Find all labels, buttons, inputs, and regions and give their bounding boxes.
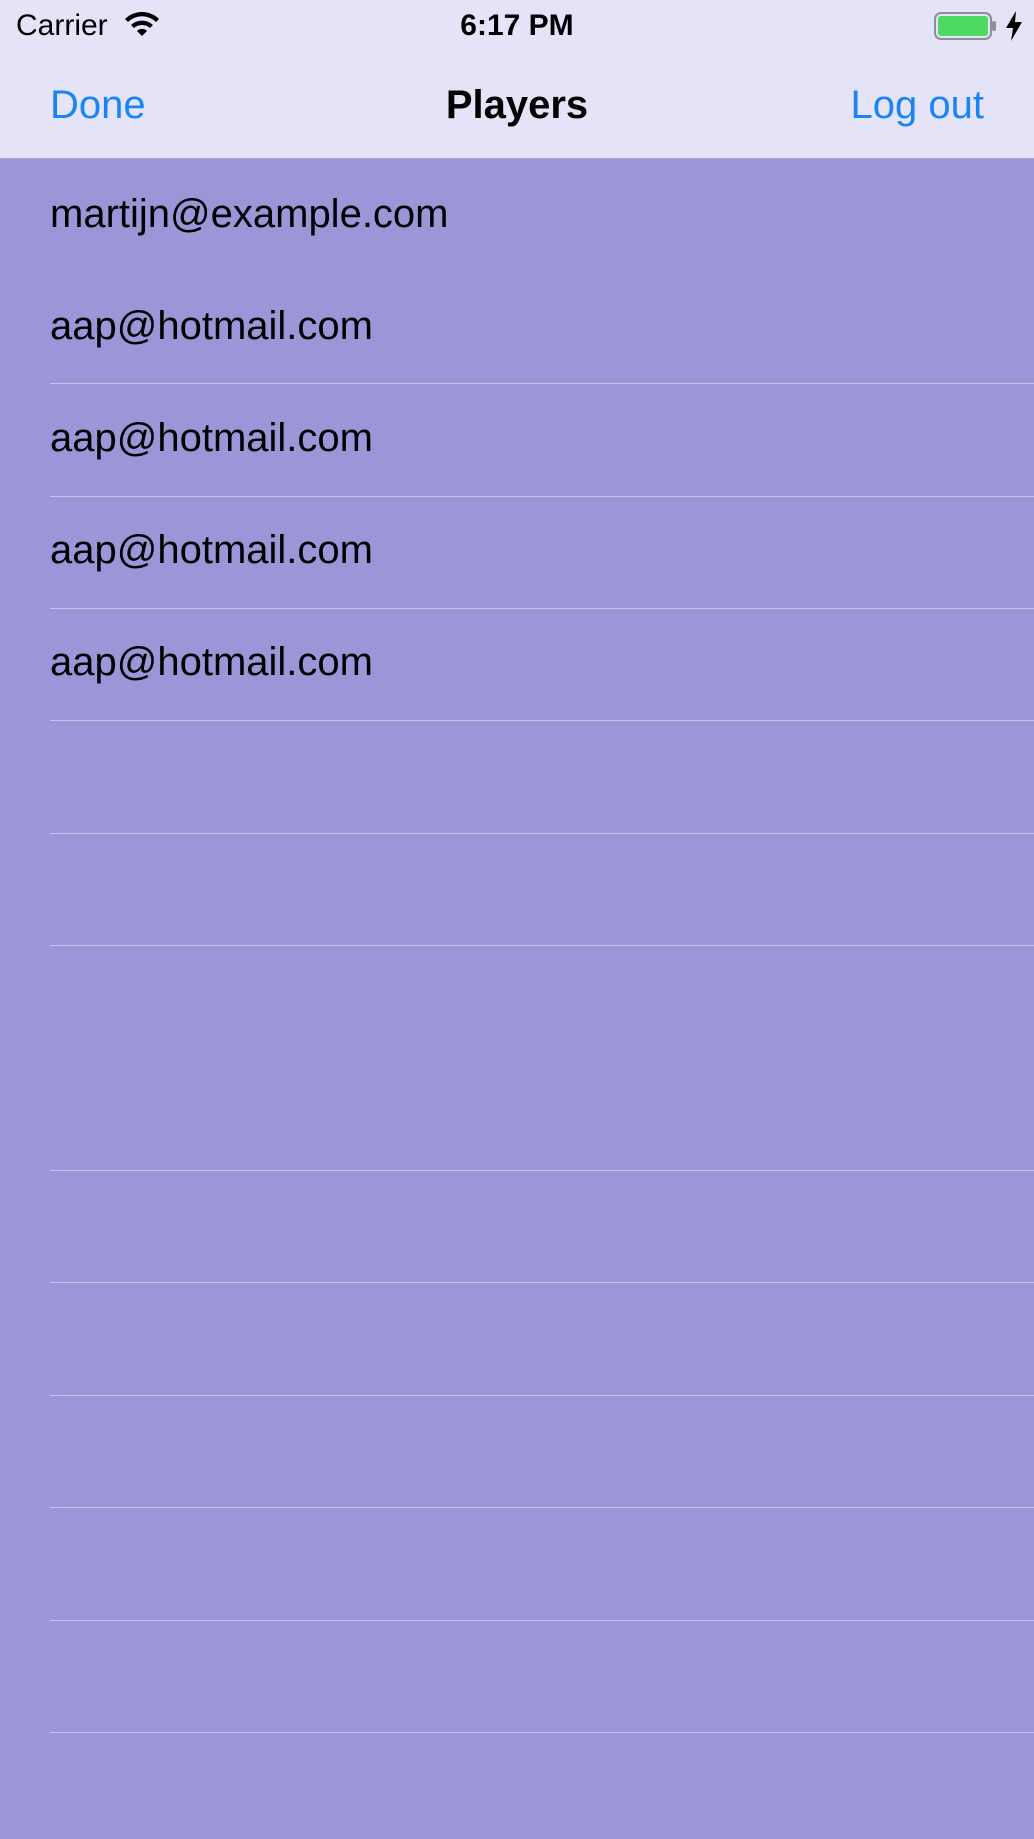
- player-email: martijn@example.com: [50, 192, 449, 236]
- status-bar: Carrier 6:17 PM: [0, 0, 1034, 52]
- player-email: aap@hotmail.com: [50, 528, 373, 572]
- battery-icon: [934, 12, 996, 40]
- list-item[interactable]: aap@hotmail.com: [0, 495, 1034, 607]
- row-separator: [50, 1282, 1034, 1283]
- row-separator: [50, 1620, 1034, 1621]
- navigation-bar: Done Players Log out: [0, 52, 1034, 159]
- player-email: aap@hotmail.com: [50, 640, 373, 684]
- clock-time: 6:17 PM: [460, 9, 574, 42]
- row-separator: [50, 1507, 1034, 1508]
- row-separator: [50, 383, 1034, 384]
- row-separator: [50, 833, 1034, 834]
- list-item[interactable]: aap@hotmail.com: [0, 383, 1034, 495]
- row-separator: [50, 1395, 1034, 1396]
- charging-bolt-icon: [1006, 11, 1022, 41]
- list-item[interactable]: aap@hotmail.com: [0, 271, 1034, 383]
- list-item[interactable]: aap@hotmail.com: [0, 607, 1034, 719]
- row-separator: [50, 945, 1034, 946]
- row-separator: [50, 720, 1034, 721]
- list-item[interactable]: martijn@example.com: [0, 159, 1034, 271]
- row-separator: [50, 496, 1034, 497]
- row-separator: [50, 608, 1034, 609]
- row-separator: [50, 1170, 1034, 1171]
- log-out-button[interactable]: Log out: [851, 80, 984, 130]
- row-separator: [50, 1732, 1034, 1733]
- player-email: aap@hotmail.com: [50, 416, 373, 460]
- player-email: aap@hotmail.com: [50, 304, 373, 348]
- players-list: martijn@example.com aap@hotmail.com aap@…: [0, 159, 1034, 719]
